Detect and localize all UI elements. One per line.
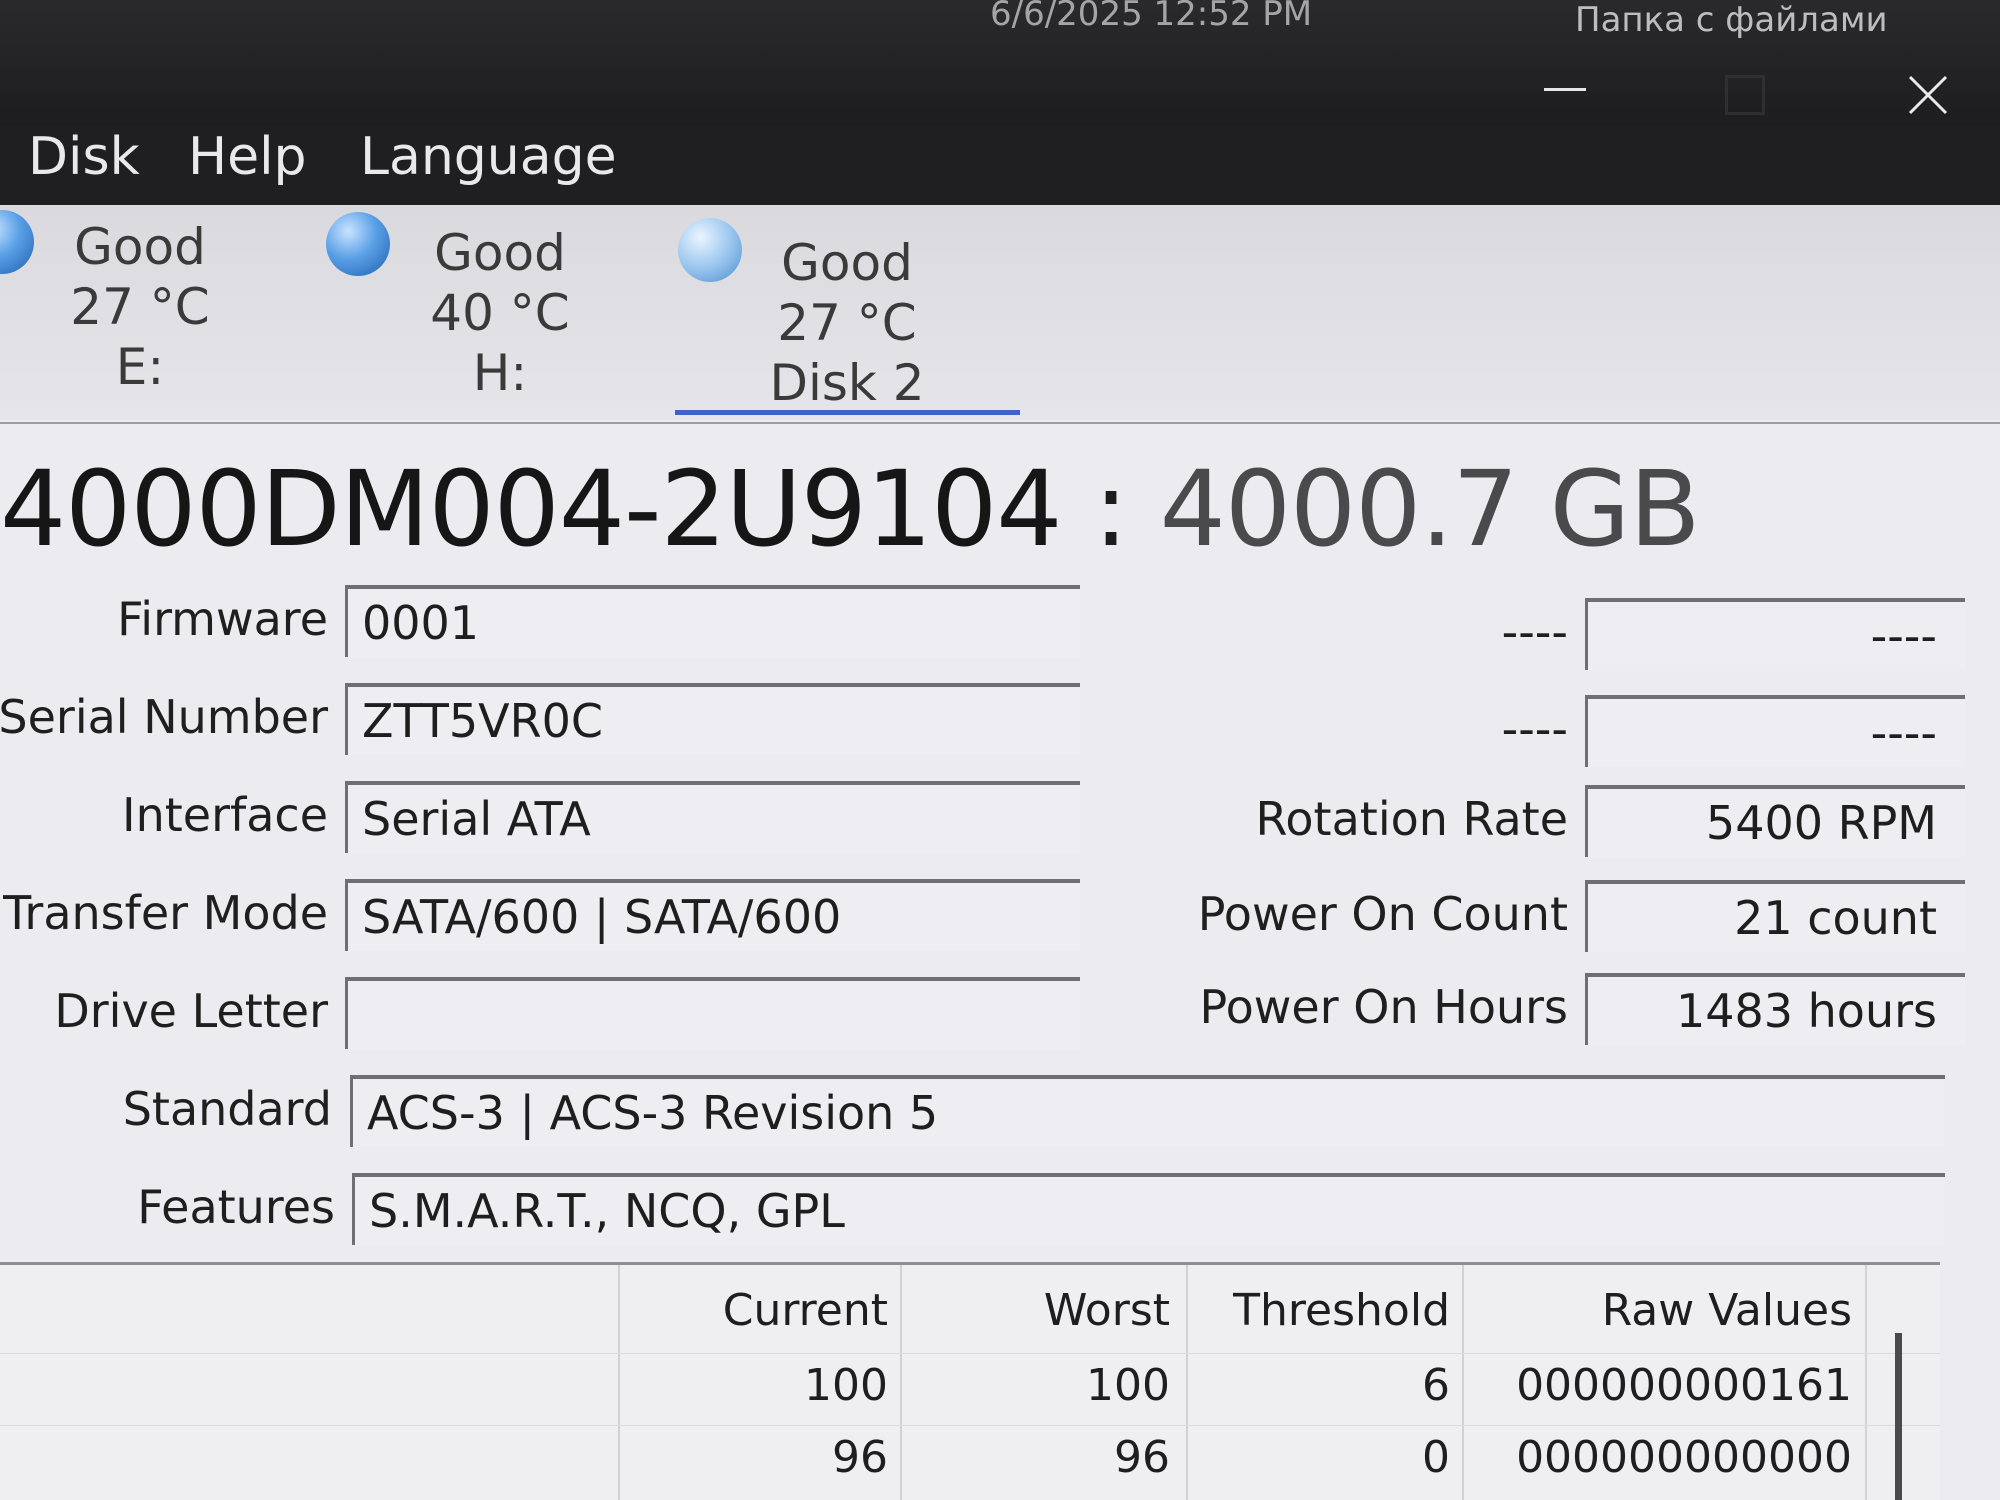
serial-number-label: Serial Number [0,690,328,744]
menu-bar: Disk Help Language [0,125,2000,205]
unused-label: ---- [1501,702,1568,756]
menu-help[interactable]: Help [188,127,307,187]
disk-status: Good [434,224,566,282]
minimize-button[interactable] [1530,60,1600,130]
disk-tabs: Good 27 °C E: Good 40 °C H: Good 27 °C D… [0,205,2000,420]
health-status-icon [678,218,742,282]
features-label: Features [137,1180,335,1234]
smart-attributes-table[interactable]: Current Worst Threshold Raw Values 100 1… [0,1262,1940,1500]
disk-tab-e[interactable]: Good 27 °C E: [0,205,330,420]
drive-letter-label: Drive Letter [54,984,328,1038]
drive-title: 4000DM004-2U9104 : 4000.7 GB [0,448,1701,570]
transfer-mode-field[interactable]: SATA/600 | SATA/600 [345,879,1080,951]
smart-cell-worst: 96 [1114,1432,1170,1483]
smart-cell-raw: 000000000000 [1516,1432,1852,1483]
power-on-hours-label: Power On Hours [1199,980,1568,1034]
column-header-threshold[interactable]: Threshold [1233,1285,1450,1336]
rotation-rate-field[interactable]: 5400 RPM [1585,785,1965,857]
maximize-icon [1725,75,1765,115]
clock-text: 6/6/2025 12:52 PM [990,0,1313,34]
disk-temperature: 27 °C [70,278,210,336]
close-button[interactable] [1893,60,1963,130]
disk-name: E: [115,338,165,396]
disk-temperature: 40 °C [430,284,570,342]
firmware-label: Firmware [117,592,328,646]
smart-cell-current: 100 [804,1360,888,1411]
smart-cell-worst: 100 [1086,1360,1170,1411]
unused-field[interactable]: ---- [1585,695,1965,767]
firmware-field[interactable]: 0001 [345,585,1080,657]
folder-caption[interactable]: Папка с файлами [1575,0,1888,40]
power-on-count-field[interactable]: 21 count [1585,880,1965,952]
disk-temperature: 27 °C [777,294,917,352]
disk-name: Disk 2 [769,354,925,412]
maximize-button[interactable] [1710,60,1780,130]
health-status-icon [326,212,390,276]
column-header-worst[interactable]: Worst [1044,1285,1170,1336]
smart-cell-current: 96 [832,1432,888,1483]
drive-letter-field[interactable] [345,977,1080,1049]
smart-cell-threshold: 6 [1422,1360,1450,1411]
drive-title-separator: : [1093,448,1129,570]
interface-field[interactable]: Serial ATA [345,781,1080,853]
menu-language[interactable]: Language [360,127,617,187]
unused-label: ---- [1501,605,1568,659]
transfer-mode-label: Transfer Mode [3,886,328,940]
title-bar: 6/6/2025 12:52 PM Папка с файлами [0,0,2000,125]
disk-status: Good [74,218,206,276]
interface-label: Interface [122,788,328,842]
unused-field[interactable]: ---- [1585,598,1965,670]
serial-number-field[interactable]: ZTT5VR0C [345,683,1080,755]
disk-tab-h[interactable]: Good 40 °C H: [320,205,650,420]
drive-capacity: 4000.7 GB [1159,448,1701,570]
smart-cell-raw: 000000000161 [1516,1360,1852,1411]
rotation-rate-label: Rotation Rate [1255,792,1568,846]
table-scrollbar[interactable] [1895,1333,1902,1500]
features-field[interactable]: S.M.A.R.T., NCQ, GPL [352,1173,1945,1245]
selected-tab-indicator [675,410,1020,415]
close-icon [1908,75,1948,115]
power-on-count-label: Power On Count [1197,887,1568,941]
standard-label: Standard [122,1082,332,1136]
drive-model: 4000DM004-2U9104 [0,448,1062,570]
health-status-icon [0,210,34,274]
disk-status: Good [781,234,913,292]
crystaldiskinfo-window: 6/6/2025 12:52 PM Папка с файлами Disk H… [0,0,2000,1500]
power-on-hours-field[interactable]: 1483 hours [1585,973,1965,1045]
disk-tab-disk2[interactable]: Good 27 °C Disk 2 [675,205,1005,420]
divider [0,422,2000,424]
standard-field[interactable]: ACS-3 | ACS-3 Revision 5 [350,1075,1945,1147]
column-header-current[interactable]: Current [723,1285,888,1336]
smart-cell-threshold: 0 [1422,1432,1450,1483]
menu-disk[interactable]: Disk [28,127,140,187]
disk-name: H: [472,344,528,402]
column-header-raw-values[interactable]: Raw Values [1602,1285,1852,1336]
minimize-icon [1544,87,1586,91]
